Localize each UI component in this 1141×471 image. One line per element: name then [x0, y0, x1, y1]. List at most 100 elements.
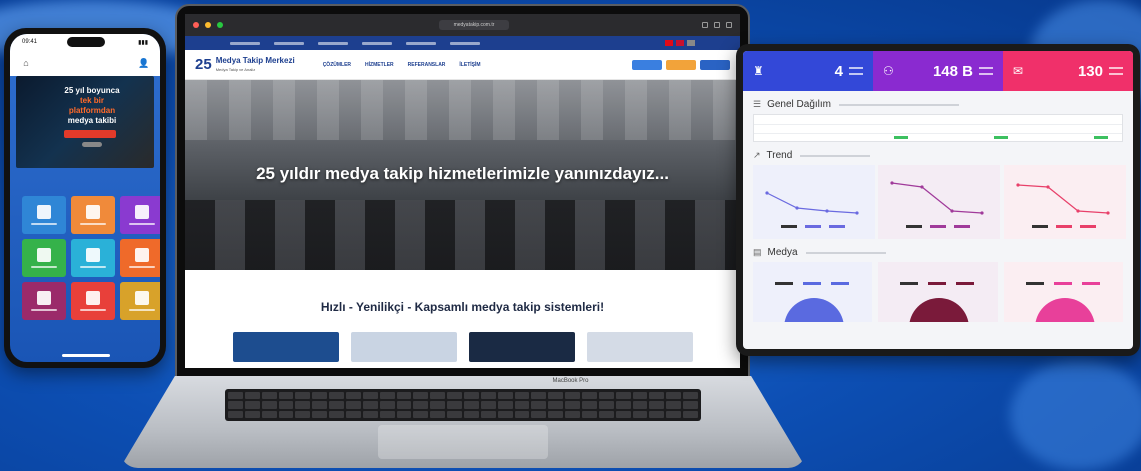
flag-en-icon[interactable]: [676, 40, 684, 46]
stat-card-3[interactable]: ✉ 130: [1003, 51, 1133, 91]
stat-card-1[interactable]: ♜ 4: [743, 51, 873, 91]
phone-banner-button[interactable]: [64, 130, 116, 138]
address-bar[interactable]: medyatakip.com.tr: [439, 20, 509, 30]
contact-register[interactable]: [450, 41, 480, 45]
app-tile-8[interactable]: [71, 282, 115, 320]
media-pie-chart-2[interactable]: [878, 262, 998, 322]
keyboard-key: [362, 392, 378, 400]
nav-action-button-3[interactable]: [700, 59, 730, 70]
panel-subtitle: [800, 154, 871, 157]
feature-thumbnail-2[interactable]: [350, 332, 457, 362]
laptop-keyboard: [225, 389, 701, 421]
keyboard-key: [531, 401, 547, 409]
distribution-table: [753, 114, 1123, 142]
chart-legend-item: [954, 225, 971, 228]
chart-legend-item: [805, 225, 821, 228]
keyboard-key: [278, 401, 294, 409]
contact-social[interactable]: [362, 41, 392, 45]
chart-legend-item: [956, 282, 975, 285]
media-pie-charts: [753, 262, 1123, 322]
close-window-button[interactable]: [193, 22, 199, 28]
logo-text[interactable]: Medya Takip Merkezi Medya Takip ve Anali…: [216, 56, 295, 74]
keyboard-key: [379, 401, 395, 409]
keyboard-key: [497, 392, 513, 400]
app-tile-7[interactable]: [22, 282, 66, 320]
keyboard-key: [598, 410, 614, 418]
contact-fax[interactable]: [274, 41, 304, 45]
flag-tr-icon[interactable]: [665, 40, 673, 46]
stat-card-2[interactable]: ⚇ 148 B: [873, 51, 1003, 91]
phone-banner-pager[interactable]: [82, 142, 102, 147]
user-icon: ♜: [753, 64, 764, 78]
trend-chart-1[interactable]: [753, 165, 875, 239]
chart-legend-item: [1053, 282, 1072, 285]
feature-thumbnail-4[interactable]: [586, 332, 693, 362]
contact-phone[interactable]: [230, 41, 260, 45]
section-title: Hızlı - Yenilikçi - Kapsamlı medya takip…: [320, 300, 605, 314]
keyboard-key: [413, 401, 429, 409]
home-icon[interactable]: ⌂: [20, 57, 32, 69]
app-tile-2[interactable]: [71, 196, 115, 234]
keyboard-key: [666, 392, 682, 400]
home-indicator[interactable]: [62, 354, 110, 357]
phone-screen: 09:41 ▮▮▮ ⌂ 👤 25 yıl boyunca tek bir pla…: [10, 34, 160, 362]
keyboard-key: [396, 401, 412, 409]
keyboard-key: [514, 392, 530, 400]
trend-chart-3[interactable]: [1003, 165, 1126, 239]
app-tile-4[interactable]: [22, 239, 66, 277]
trend-point: [795, 206, 799, 210]
phone-banner[interactable]: 25 yıl boyunca tek bir platformdan medya…: [16, 76, 154, 168]
media-pie-chart-3[interactable]: [1003, 262, 1123, 322]
phone-time: 09:41: [22, 39, 38, 45]
keyboard-key: [565, 410, 580, 418]
tabs-icon[interactable]: [726, 22, 732, 28]
nav-item-services[interactable]: HİZMETLER: [365, 62, 394, 68]
contact-email[interactable]: [318, 41, 348, 45]
media-pie-chart-1[interactable]: [753, 262, 873, 322]
stat-value: 130: [1077, 62, 1103, 80]
chart-legend-item: [775, 282, 793, 285]
pie-chart-svg: [1003, 262, 1123, 322]
keyboard-key: [497, 410, 513, 418]
nav-item-contact[interactable]: İLETİŞİM: [459, 62, 480, 68]
nav-action-button-2[interactable]: [666, 59, 696, 70]
trend-point: [855, 211, 859, 215]
keyboard-key: [598, 392, 614, 400]
maximize-window-button[interactable]: [217, 22, 223, 28]
minimize-window-button[interactable]: [205, 22, 211, 28]
battery-icon: ▮▮▮: [138, 39, 148, 46]
keyboard-key: [666, 401, 682, 409]
nav-item-solutions[interactable]: ÇÖZÜMLER: [323, 62, 351, 68]
profile-icon[interactable]: 👤: [138, 57, 150, 69]
keyboard-key: [463, 401, 479, 409]
panel-trend: ↗ Trend: [743, 142, 1133, 165]
share-icon[interactable]: [702, 22, 708, 28]
app-icon: [135, 248, 149, 262]
app-tile-3[interactable]: [120, 196, 160, 234]
contact-login[interactable]: [406, 41, 436, 45]
app-label: [129, 309, 155, 311]
main-menu: ÇÖZÜMLER HİZMETLER REFERANSLAR İLETİŞİM: [323, 62, 481, 68]
app-tile-6[interactable]: [120, 239, 160, 277]
trend-point: [1046, 185, 1050, 189]
nav-item-references[interactable]: REFERANSLAR: [408, 62, 446, 68]
feature-thumbnail-1[interactable]: [232, 332, 339, 362]
app-tile-1[interactable]: [22, 196, 66, 234]
keyboard-key: [463, 410, 479, 418]
nav-action-button-1[interactable]: [632, 59, 662, 70]
chart-legend-item: [900, 282, 919, 285]
keyboard-key: [514, 410, 530, 418]
keyboard-key: [497, 401, 513, 409]
flag-other-icon[interactable]: [687, 40, 695, 46]
contact-strip: [185, 36, 740, 50]
stat-label: [1109, 67, 1123, 75]
keyboard-key: [261, 410, 277, 418]
keyboard-key: [632, 410, 648, 418]
app-icon: [135, 291, 149, 305]
logo-icon[interactable]: 25: [195, 56, 212, 73]
new-tab-icon[interactable]: [714, 22, 720, 28]
trend-chart-2[interactable]: [878, 165, 1001, 239]
app-tile-5[interactable]: [71, 239, 115, 277]
app-tile-9[interactable]: [120, 282, 160, 320]
feature-thumbnail-3[interactable]: [468, 332, 575, 362]
